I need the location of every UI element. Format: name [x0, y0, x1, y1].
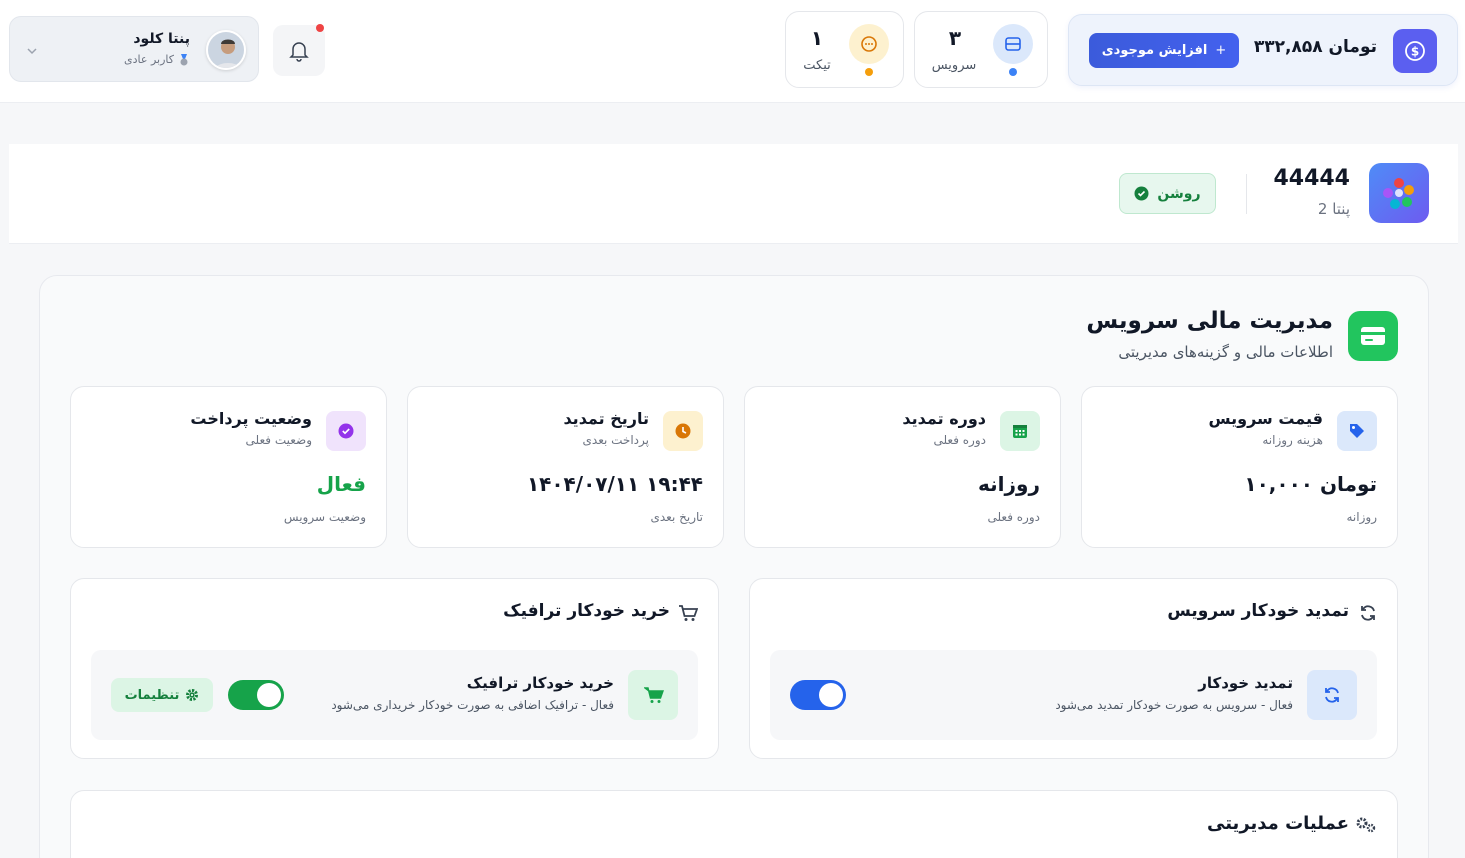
card-value: روزانه — [978, 472, 1040, 496]
finance-panel — [39, 275, 1429, 858]
card-footer: روزانه — [1346, 510, 1378, 524]
card-value: ۱۰,۰۰۰ تومان — [1244, 472, 1377, 496]
auto-renew-section: تمدید خودکار سرویس تمدید خودکار فعال - س… — [749, 578, 1398, 759]
card-subtitle: دوره فعلی — [933, 433, 986, 447]
card-title: قیمت سرویس — [1208, 409, 1324, 428]
auto-renew-toggle[interactable] — [790, 680, 846, 710]
card-title: وضعیت پرداخت — [190, 409, 312, 428]
top-header: پنتا کلود کاربر عادی ۱ تیکت ۳ سرویس $ ۳۳… — [0, 0, 1465, 103]
auto-renew-row: تمدید خودکار فعال - سرویس به صورت خودکار… — [770, 650, 1377, 740]
toggle-knob — [257, 683, 281, 707]
plus-icon: + — [1215, 43, 1227, 58]
medal-icon — [180, 53, 188, 65]
finance-icon-wrap — [1348, 311, 1398, 361]
card-title: تاریخ تمدید — [563, 409, 649, 428]
status-badge: روشن — [1119, 173, 1216, 214]
traffic-icon-wrap — [628, 670, 678, 720]
services-stat[interactable]: ۳ سرویس — [914, 11, 1048, 88]
refresh-icon — [1361, 605, 1375, 621]
date-icon-wrap — [663, 411, 703, 451]
card-footer: وضعیت سرویس — [283, 510, 366, 524]
notifications-button[interactable] — [273, 24, 325, 76]
user-name: پنتا کلود — [133, 31, 190, 47]
cart-icon — [679, 605, 698, 621]
renewal-period-card: دوره تمدید دوره فعلی روزانه دوره فعلی — [744, 386, 1061, 548]
card-value: ۱۴۰۴/۰۷/۱۱ ۱۹:۴۴ — [526, 472, 703, 496]
card-subtitle: هزینه روزانه — [1262, 433, 1323, 447]
card-subtitle: پرداخت بعدی — [582, 433, 649, 447]
wallet-icon-wrap: $ — [1393, 29, 1437, 73]
operations-section: عملیات مدیریتی — [70, 790, 1398, 858]
settings-button[interactable]: تنظیمات — [111, 678, 213, 712]
refresh-icon — [1325, 687, 1339, 703]
period-icon-wrap — [1000, 411, 1040, 451]
bell-icon — [289, 42, 309, 62]
finance-subtitle: اطلاعات مالی و گزینه‌های مدیریتی — [1118, 343, 1333, 361]
section-title: تمدید خودکار سرویس — [1167, 601, 1349, 621]
check-circle-icon — [338, 423, 354, 439]
ticket-icon-wrap — [849, 24, 889, 64]
payment-status-card: وضعیت پرداخت وضعیت فعلی فعال وضعیت سرویس — [70, 386, 387, 548]
row-description: فعال - ترافیک اضافی به صورت خودکار خریدا… — [331, 698, 614, 712]
service-name: 44444 — [1273, 166, 1350, 191]
cart-icon — [644, 687, 664, 703]
user-role: کاربر عادی — [124, 53, 190, 66]
user-menu[interactable]: پنتا کلود کاربر عادی — [9, 16, 259, 82]
row-title: خرید خودکار ترافیک — [466, 674, 614, 692]
auto-traffic-row: خرید خودکار ترافیک فعال - ترافیک اضافی ب… — [91, 650, 698, 740]
add-balance-button[interactable]: افزایش موجودی + — [1089, 33, 1239, 68]
service-subtitle: پنتا 2 — [1317, 200, 1350, 218]
ticket-count: ۱ — [810, 26, 824, 50]
auto-traffic-section: خرید خودکار ترافیک خرید خودکار ترافیک فع… — [70, 578, 719, 759]
finance-title: مدیریت مالی سرویس — [1086, 308, 1333, 334]
notification-dot — [316, 24, 324, 32]
row-title: تمدید خودکار — [1198, 674, 1293, 692]
ticket-indicator — [865, 68, 873, 76]
chat-icon — [861, 36, 877, 52]
auto-traffic-toggle[interactable] — [228, 680, 284, 710]
calendar-icon — [1013, 425, 1027, 438]
toggle-knob — [819, 683, 843, 707]
dollar-icon: $ — [1405, 41, 1425, 61]
renewal-date-card: تاریخ تمدید پرداخت بعدی ۱۴۰۴/۰۷/۱۱ ۱۹:۴۴… — [407, 386, 724, 548]
payment-icon-wrap — [326, 411, 366, 451]
section-title: خرید خودکار ترافیک — [503, 601, 670, 621]
service-indicator — [1009, 68, 1017, 76]
divider — [1246, 174, 1247, 214]
wallet-balance: ۳۳۲,۸۵۸ تومان — [1253, 37, 1377, 57]
card-footer: تاریخ بعدی — [650, 510, 703, 524]
svg-text:$: $ — [1411, 45, 1419, 59]
tickets-stat[interactable]: ۱ تیکت — [785, 11, 904, 88]
chevron-down-icon — [27, 48, 37, 55]
gear-icon — [186, 689, 199, 701]
row-description: فعال - سرویس به صورت خودکار تمدید می‌شود — [1055, 698, 1293, 712]
server-icon — [1005, 37, 1021, 51]
card-subtitle: وضعیت فعلی — [245, 433, 313, 447]
ticket-label: تیکت — [803, 58, 831, 73]
card-footer: دوره فعلی — [987, 510, 1040, 524]
service-count: ۳ — [948, 26, 962, 50]
card-value: فعال — [316, 472, 366, 496]
clock-icon — [675, 423, 691, 439]
tag-icon — [1350, 424, 1364, 438]
price-icon-wrap — [1337, 411, 1377, 451]
check-circle-icon — [1134, 186, 1149, 201]
gears-icon — [1356, 817, 1376, 833]
wallet-card: $ ۳۳۲,۸۵۸ تومان افزایش موجودی + — [1068, 14, 1458, 86]
section-title: عملیات مدیریتی — [1207, 813, 1349, 834]
credit-card-icon — [1361, 327, 1385, 345]
renew-icon-wrap — [1307, 670, 1357, 720]
service-logo — [1369, 163, 1429, 223]
service-header: 44444 پنتا 2 روشن — [9, 144, 1458, 244]
service-label: سرویس — [931, 58, 977, 73]
avatar[interactable] — [206, 30, 246, 70]
price-card: قیمت سرویس هزینه روزانه ۱۰,۰۰۰ تومان روز… — [1081, 386, 1398, 548]
card-title: دوره تمدید — [902, 409, 986, 428]
service-icon-wrap — [993, 24, 1033, 64]
